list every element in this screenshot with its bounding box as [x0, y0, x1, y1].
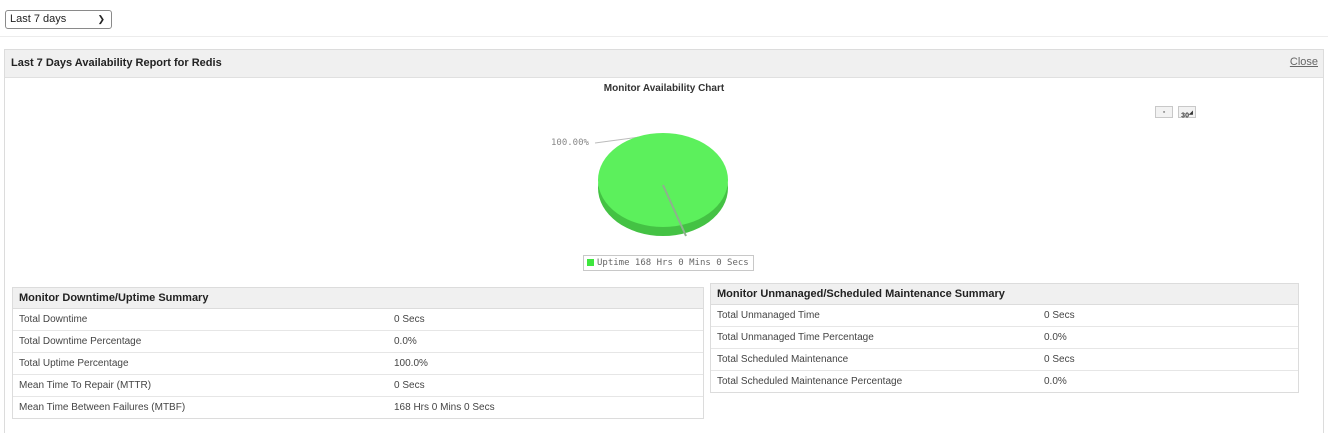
table-row: Mean Time To Repair (MTTR) 0 Secs	[13, 375, 703, 397]
table-row: Total Scheduled Maintenance 0 Secs	[711, 349, 1298, 371]
row-value: 0.0%	[1044, 376, 1067, 387]
table-row: Total Scheduled Maintenance Percentage 0.…	[711, 371, 1298, 392]
pie-data-label: 100.00%	[551, 138, 589, 148]
availability-report-panel: Last 7 Days Availability Report for Redi…	[4, 49, 1324, 433]
row-label: Total Scheduled Maintenance	[717, 354, 849, 365]
chart-title: Monitor Availability Chart	[603, 83, 725, 94]
period-select[interactable]: Last 7 days ❯	[5, 10, 112, 29]
table-row: Total Unmanaged Time Percentage 0.0%	[711, 327, 1298, 349]
period-select-value: Last 7 days	[10, 13, 67, 25]
top-toolbar: Last 7 days ❯	[0, 0, 1328, 37]
table-row: Total Downtime 0 Secs	[13, 309, 703, 331]
row-value: 0 Secs	[1044, 354, 1075, 365]
row-value: 0.0%	[1044, 332, 1067, 343]
row-value: 0 Secs	[394, 314, 425, 325]
downtime-summary-title: Monitor Downtime/Uptime Summary	[13, 288, 703, 309]
row-value: 168 Hrs 0 Mins 0 Secs	[394, 402, 495, 413]
legend-swatch	[587, 259, 594, 266]
maintenance-summary-title: Monitor Unmanaged/Scheduled Maintenance …	[711, 284, 1298, 305]
table-row: Total Uptime Percentage 100.0%	[13, 353, 703, 375]
row-value: 0 Secs	[394, 380, 425, 391]
row-label: Total Unmanaged Time Percentage	[717, 332, 874, 343]
row-label: Total Downtime Percentage	[19, 336, 142, 347]
legend-label: Uptime 168 Hrs 0 Mins 0 Secs	[597, 258, 749, 268]
chevron-down-icon: ❯	[97, 14, 105, 24]
row-value: 0.0%	[394, 336, 417, 347]
row-label: Total Scheduled Maintenance Percentage	[717, 376, 903, 387]
chart-image-button[interactable]: ▫	[1155, 106, 1173, 118]
report-title: Last 7 Days Availability Report for Redi…	[11, 57, 222, 69]
chart-image-icon: ▫	[1162, 109, 1166, 116]
chart-3d-toggle-label: 30	[1181, 112, 1189, 120]
table-row: Total Unmanaged Time 0 Secs	[711, 305, 1298, 327]
row-label: Total Uptime Percentage	[19, 358, 129, 369]
chart-3d-toggle-button[interactable]: 30◢	[1178, 106, 1196, 120]
table-row: Mean Time Between Failures (MTBF) 168 Hrs…	[13, 397, 703, 418]
table-row: Total Downtime Percentage 0.0%	[13, 331, 703, 353]
pie-chart: 100.00%	[540, 130, 740, 245]
row-value: 0 Secs	[1044, 310, 1075, 321]
maintenance-summary-table: Monitor Unmanaged/Scheduled Maintenance …	[710, 283, 1299, 393]
row-value: 100.0%	[394, 358, 428, 369]
row-label: Mean Time To Repair (MTTR)	[19, 380, 152, 391]
row-label: Mean Time Between Failures (MTBF)	[19, 402, 186, 413]
pie-slice-uptime	[598, 133, 728, 227]
row-label: Total Downtime	[19, 314, 88, 325]
close-link[interactable]: Close	[1290, 56, 1318, 68]
row-label: Total Unmanaged Time	[717, 310, 820, 321]
chart-legend: Uptime 168 Hrs 0 Mins 0 Secs	[583, 255, 754, 271]
report-header: Last 7 Days Availability Report for Redi…	[5, 50, 1323, 78]
downtime-summary-table: Monitor Downtime/Uptime Summary Total Do…	[12, 287, 704, 419]
